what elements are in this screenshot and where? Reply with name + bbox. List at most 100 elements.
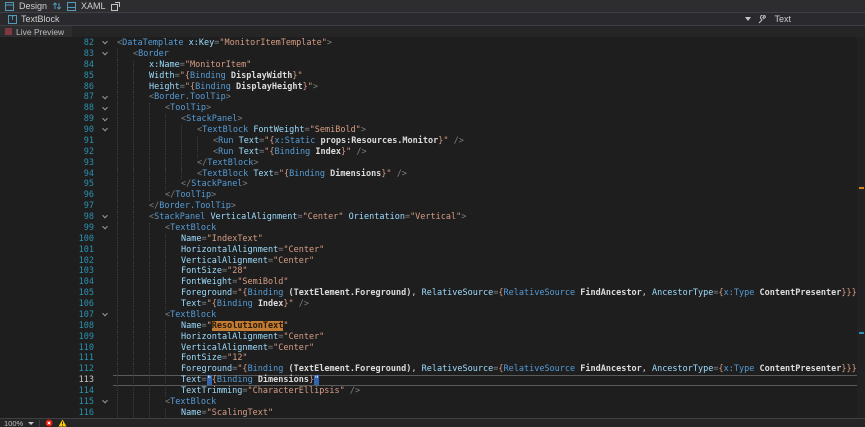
indent-guide (117, 310, 133, 321)
indent-guide (117, 266, 133, 277)
code-line-body: FontSize="28" (113, 266, 865, 277)
tool-label[interactable]: Text (774, 14, 791, 24)
code-line-body: VerticalAlignment="Center" (113, 343, 865, 354)
chevron-down-icon (102, 311, 108, 317)
fold-toggle (97, 375, 113, 386)
popout-icon[interactable] (111, 2, 120, 11)
code-line[interactable]: 114TextTrimming="CharacterEllipsis" /> (0, 386, 865, 397)
indent-guide (117, 136, 133, 147)
fold-toggle[interactable] (97, 103, 113, 114)
code-line[interactable]: 88<ToolTip> (0, 103, 865, 114)
fold-toggle[interactable] (97, 125, 113, 136)
indent-guide (149, 256, 165, 267)
zoom-level[interactable]: 100% (4, 419, 23, 427)
warning-indicator-icon[interactable] (58, 419, 67, 427)
code-line[interactable]: 103 FontSize="28" (0, 266, 865, 277)
indent-guide (133, 364, 149, 375)
fold-toggle[interactable] (97, 212, 113, 223)
swap-panes-icon[interactable] (52, 1, 62, 11)
line-number: 110 (0, 343, 97, 354)
chevron-down-icon[interactable] (745, 17, 751, 21)
line-number: 90 (0, 125, 97, 136)
code-line[interactable]: 86Height="{Binding DisplayHeight}"> (0, 82, 865, 93)
code-line-body: <TextBlock (113, 310, 865, 321)
fold-toggle[interactable] (97, 38, 113, 49)
indent-guide (181, 169, 197, 180)
code-line[interactable]: 108Name="ResolutionText" (0, 321, 865, 332)
indent-guide (149, 169, 165, 180)
indent-guide (117, 332, 133, 343)
code-line[interactable]: 84x:Name="MonitorItem" (0, 60, 865, 71)
code-line[interactable]: 96</ToolTip> (0, 190, 865, 201)
code-line[interactable]: 97</Border.ToolTip> (0, 201, 865, 212)
design-tab[interactable]: Design (19, 1, 47, 11)
fold-toggle[interactable] (97, 114, 113, 125)
code-line[interactable]: 82<DataTemplate x:Key="MonitorItemTempla… (0, 38, 865, 49)
code-line[interactable]: 106Text="{Binding Index}" /> (0, 299, 865, 310)
code-line-body: <Run Text="{Binding Index}" /> (113, 147, 865, 158)
code-line[interactable]: 99<TextBlock (0, 223, 865, 234)
code-line[interactable]: 92<Run Text="{Binding Index}" /> (0, 147, 865, 158)
chevron-down-icon (102, 224, 108, 230)
fold-toggle[interactable] (97, 223, 113, 234)
fold-toggle (97, 364, 113, 375)
fold-toggle[interactable] (97, 92, 113, 103)
code-line[interactable]: 100 Name="IndexText" (0, 234, 865, 245)
code-line[interactable]: 112Foreground="{Binding (TextElement.For… (0, 364, 865, 375)
vertical-scrollbar[interactable] (857, 37, 865, 418)
code-line[interactable]: 104FontWeight="SemiBold" (0, 277, 865, 288)
live-preview-label: Live Preview (16, 27, 64, 37)
indent-guide (117, 82, 133, 93)
indent-guide (133, 310, 149, 321)
line-number: 103 (0, 266, 97, 277)
indent-guide (117, 277, 133, 288)
code-line-body: Name="IndexText" (113, 234, 865, 245)
code-line-body: <TextBlock Text="{Binding Dimensions}" /… (113, 169, 865, 180)
live-preview-tab[interactable]: Live Preview (0, 26, 72, 37)
line-number: 100 (0, 234, 97, 245)
code-line[interactable]: 111FontSize="12" (0, 353, 865, 364)
code-line[interactable]: 94<TextBlock Text="{Binding Dimensions}"… (0, 169, 865, 180)
indent-guide (117, 321, 133, 332)
code-line[interactable]: 110 VerticalAlignment="Center" (0, 343, 865, 354)
code-line[interactable]: 113Text="{Binding Dimensions}" (0, 375, 865, 386)
indent-guide (133, 386, 149, 397)
code-line[interactable]: 83<Border (0, 49, 865, 60)
indent-guide (117, 92, 133, 103)
indent-guide (117, 103, 133, 114)
design-view-icon (5, 2, 14, 11)
code-line[interactable]: 85Width="{Binding DisplayWidth}" (0, 71, 865, 82)
line-number: 99 (0, 223, 97, 234)
zoom-chevron-icon[interactable] (28, 422, 34, 425)
code-line[interactable]: 89<StackPanel> (0, 114, 865, 125)
code-line[interactable]: 116Name="ScalingText" (0, 408, 865, 418)
code-line[interactable]: 102VerticalAlignment="Center" (0, 256, 865, 267)
code-line-body: Foreground="{Binding (TextElement.Foregr… (113, 364, 865, 375)
textblock-element-icon: T (8, 15, 17, 24)
code-line[interactable]: 93</TextBlock> (0, 158, 865, 169)
code-line[interactable]: 98<StackPanel VerticalAlignment="Center"… (0, 212, 865, 223)
code-line[interactable]: 90<TextBlock FontWeight="SemiBold"> (0, 125, 865, 136)
fold-toggle[interactable] (97, 310, 113, 321)
indent-guide (133, 288, 149, 299)
element-breadcrumb[interactable]: TextBlock (21, 14, 60, 24)
code-line[interactable]: 101HorizontalAlignment="Center" (0, 245, 865, 256)
fold-toggle (97, 136, 113, 147)
indent-guide (165, 364, 181, 375)
fold-toggle[interactable] (97, 397, 113, 408)
code-line[interactable]: 109HorizontalAlignment="Center" (0, 332, 865, 343)
fold-toggle (97, 201, 113, 212)
indent-guide (117, 288, 133, 299)
fold-toggle (97, 169, 113, 180)
xaml-tab[interactable]: XAML (81, 1, 106, 11)
code-line[interactable]: 87<Border.ToolTip> (0, 92, 865, 103)
code-line[interactable]: 105Foreground="{Binding (TextElement.For… (0, 288, 865, 299)
code-line[interactable]: 91<Run Text="{x:Static props:Resources.M… (0, 136, 865, 147)
indent-guide (117, 234, 133, 245)
code-line[interactable]: 95</StackPanel> (0, 179, 865, 190)
fold-toggle[interactable] (97, 49, 113, 60)
code-editor[interactable]: 82<DataTemplate x:Key="MonitorItemTempla… (0, 37, 865, 418)
error-indicator-icon[interactable] (45, 419, 53, 427)
code-line[interactable]: 107<TextBlock (0, 310, 865, 321)
code-line[interactable]: 115<TextBlock (0, 397, 865, 408)
